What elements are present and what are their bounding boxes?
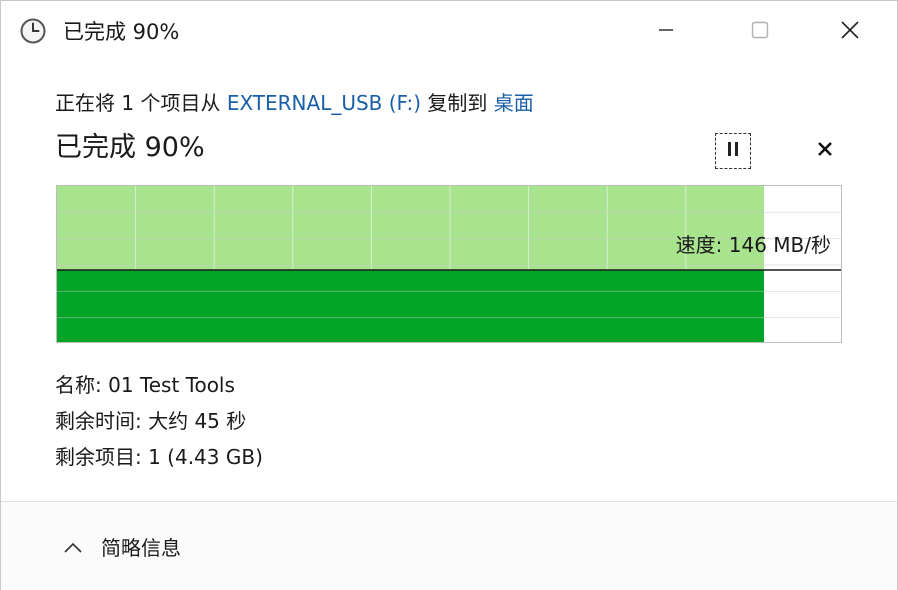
cancel-button[interactable] [811, 137, 839, 165]
details-list: 名称: 01 Test Tools 剩余时间: 大约 45 秒 剩余项目: 1 … [55, 367, 263, 475]
footer: 简略信息 [1, 501, 897, 590]
destination-link[interactable]: 桌面 [494, 91, 534, 115]
speed-graph-canvas [57, 186, 841, 342]
copy-progress-dialog: 已完成 90% 正在将 1 个项目从 EXTERNAL_USB (F:) 复制到… [0, 0, 898, 590]
time-remaining: 剩余时间: 大约 45 秒 [55, 409, 247, 433]
progress-status: 已完成 90% [55, 132, 205, 163]
minimize-button[interactable] [643, 13, 689, 51]
minimize-icon [658, 22, 674, 42]
close-icon [840, 20, 860, 44]
copy-description: 正在将 1 个项目从 EXTERNAL_USB (F:) 复制到 桌面 [55, 89, 534, 117]
copy-prefix: 正在将 1 个项目从 [55, 91, 221, 115]
speed-area [57, 270, 764, 342]
less-details-button[interactable]: 简略信息 [63, 532, 181, 561]
less-details-label: 简略信息 [101, 536, 181, 560]
cancel-icon [817, 141, 833, 161]
clock-icon [19, 17, 47, 45]
items-remaining: 剩余项目: 1 (4.43 GB) [55, 445, 263, 469]
chevron-up-icon [63, 535, 83, 559]
maximize-button[interactable] [737, 13, 783, 51]
maximize-icon [751, 21, 769, 43]
source-link[interactable]: EXTERNAL_USB (F:) [227, 91, 421, 115]
speed-label: 速度: 146 MB/秒 [675, 233, 831, 257]
window-title: 已完成 90% [63, 20, 180, 44]
item-name: 名称: 01 Test Tools [55, 373, 235, 397]
copy-middle: 复制到 [427, 91, 488, 115]
progress-body: 正在将 1 个项目从 EXTERNAL_USB (F:) 复制到 桌面 已完成 … [1, 63, 897, 501]
title-bar: 已完成 90% [1, 1, 897, 63]
speed-graph: 速度: 146 MB/秒 [56, 185, 842, 343]
pause-icon [726, 141, 740, 161]
close-button[interactable] [827, 13, 873, 51]
pause-button[interactable] [715, 133, 751, 169]
